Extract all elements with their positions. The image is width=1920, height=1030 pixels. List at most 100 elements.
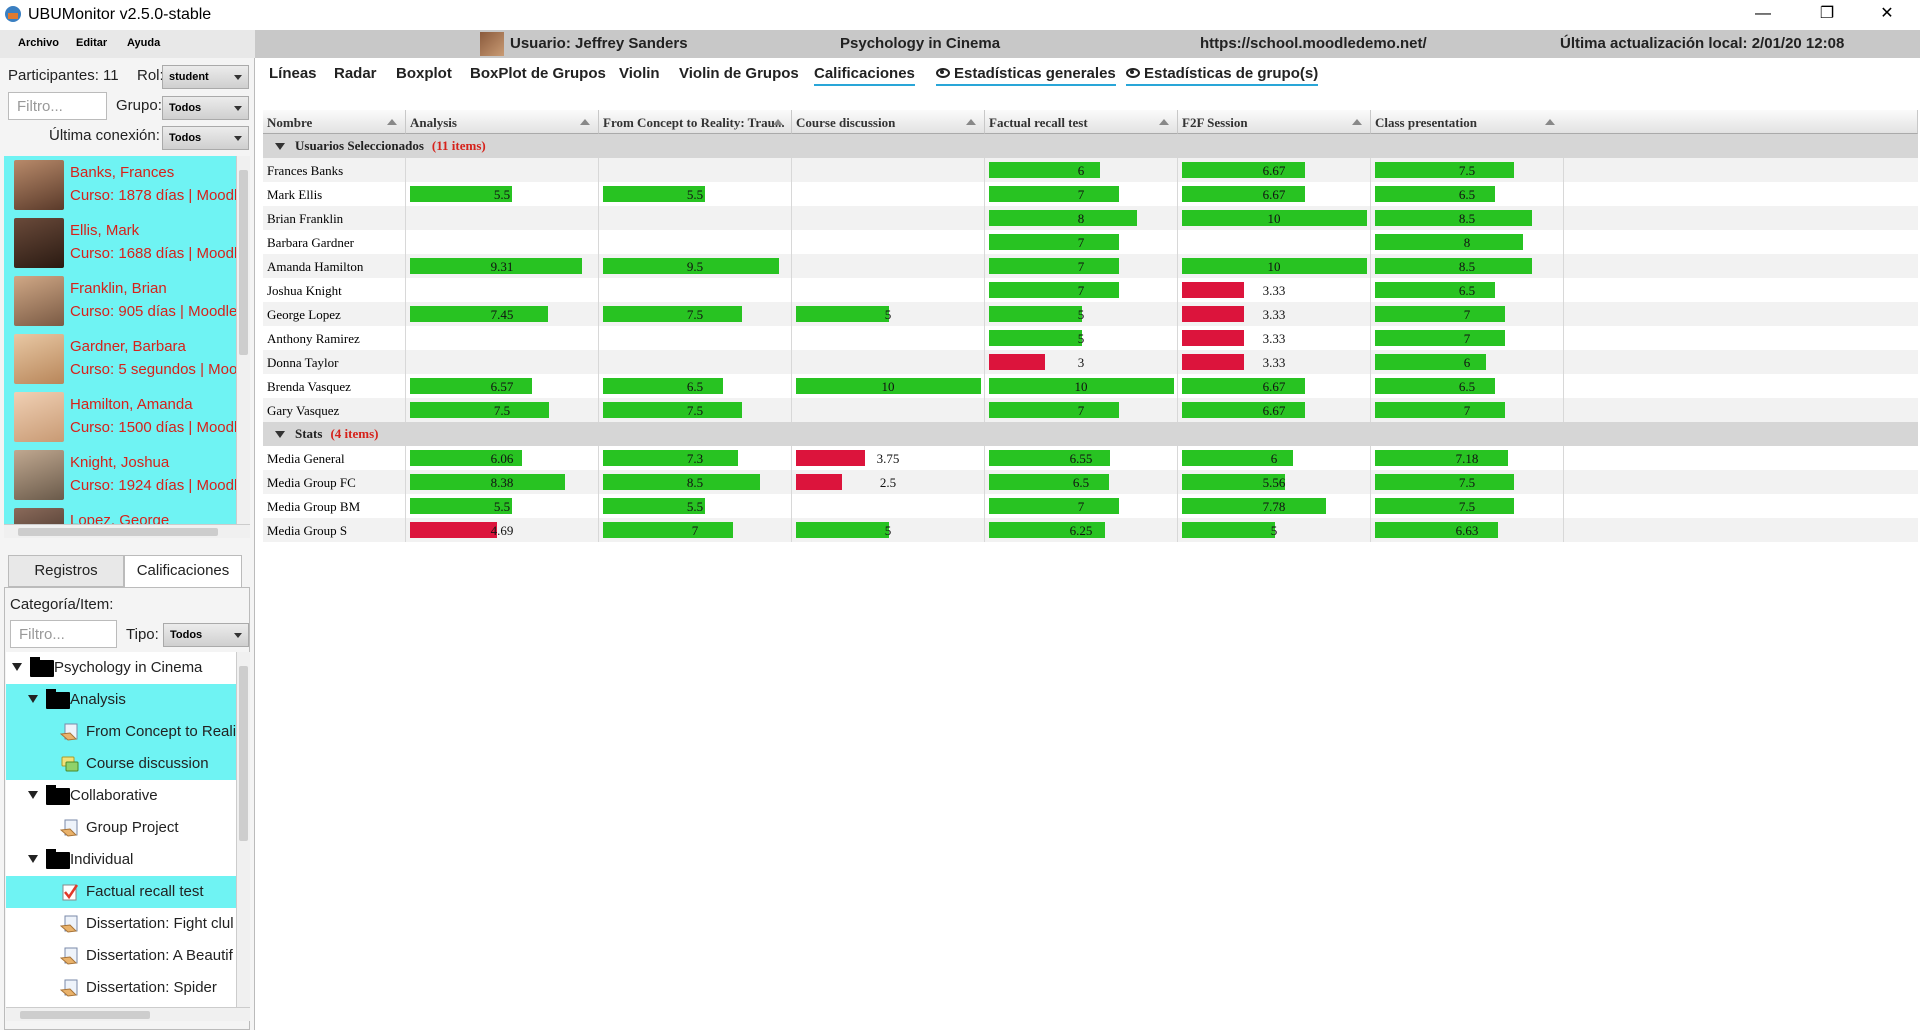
column-header[interactable]: Course discussion [792, 110, 985, 134]
user-list-item[interactable]: Gardner, Barbara Curso: 5 segundos | Mooc [10, 330, 245, 388]
column-header[interactable]: Factual recall test [985, 110, 1178, 134]
tab-calificaciones-view[interactable]: Calificaciones [814, 65, 915, 86]
column-header-label: Course discussion [796, 115, 896, 130]
table-row[interactable]: Donna Taylor 3 3.33 6 [263, 350, 1918, 374]
tree-node[interactable]: Dissertation: Fight clul [6, 908, 236, 940]
column-header[interactable]: F2F Session [1178, 110, 1371, 134]
tree-node[interactable]: Course discussion [6, 748, 236, 780]
scrollbar-thumb[interactable] [239, 170, 248, 355]
user-list-hscrollbar[interactable] [4, 524, 250, 538]
user-list-scrollbar[interactable] [236, 156, 250, 524]
user-filter-input[interactable]: Filtro... [8, 92, 107, 120]
table-row[interactable]: Frances Banks 6 6.67 7.5 [263, 158, 1918, 182]
last-connection-select[interactable]: Todos [162, 126, 249, 150]
grade-value: 8 [1463, 235, 1471, 250]
table-row[interactable]: Gary Vasquez 7.5 7.5 7 6.67 7 [263, 398, 1918, 422]
column-header[interactable]: Class presentation [1371, 110, 1918, 134]
table-row[interactable]: Amanda Hamilton 9.31 9.5 7 10 8.5 [263, 254, 1918, 278]
chevron-down-icon [234, 633, 242, 638]
hscrollbar-thumb[interactable] [18, 528, 218, 536]
collapse-arrow-icon[interactable] [275, 431, 285, 438]
tab-violin[interactable]: Violin [619, 65, 660, 82]
quiz-icon [62, 884, 79, 901]
close-button[interactable]: ✕ [1864, 0, 1910, 30]
scrollbar-thumb[interactable] [239, 666, 248, 841]
maximize-button[interactable]: ❐ [1804, 0, 1850, 30]
grade-value: 7.45 [490, 307, 514, 322]
group-select[interactable]: Todos [162, 96, 249, 120]
tree-node[interactable]: Group Project [6, 812, 236, 844]
menu-ayuda[interactable]: Ayuda [127, 37, 160, 49]
role-select[interactable]: student [162, 65, 249, 89]
expand-arrow-icon[interactable] [12, 663, 22, 671]
category-filter-input[interactable]: Filtro... [10, 620, 117, 648]
expand-arrow-icon[interactable] [28, 855, 38, 863]
row-name: Media General [267, 451, 345, 466]
menu-editar[interactable]: Editar [76, 37, 107, 49]
table-row[interactable]: Media Group BM 5.5 5.5 7 7.78 7.5 [263, 494, 1918, 518]
user-list-item[interactable]: Franklin, Brian Curso: 905 días | Moodle: [10, 272, 242, 330]
sort-arrow-icon[interactable] [1352, 119, 1362, 125]
group-row[interactable]: Stats (4 items) [263, 422, 1918, 446]
table-row[interactable]: Media Group S 4.69 7 5 6.25 5 6.63 [263, 518, 1918, 542]
user-list[interactable]: Banks, Frances Curso: 1878 días | Moodle E… [4, 156, 250, 524]
minimize-button[interactable]: — [1740, 0, 1786, 30]
tree-scrollbar[interactable] [236, 652, 250, 1007]
tree-node[interactable]: Psychology in Cinema [6, 652, 236, 684]
user-list-item[interactable]: Hamilton, Amanda Curso: 1500 días | Moodl… [10, 388, 246, 446]
sort-arrow-icon[interactable] [966, 119, 976, 125]
tab-estadisticas-grupo[interactable]: Estadísticas de grupo(s) [1126, 65, 1319, 86]
tree-node[interactable]: Dissertation: Spider [6, 972, 236, 1004]
user-list-item[interactable]: Banks, Frances Curso: 1878 días | Moodle [10, 156, 246, 214]
tab-boxplot[interactable]: Boxplot [396, 65, 452, 82]
sort-arrow-icon[interactable] [1545, 119, 1555, 125]
sort-arrow-icon[interactable] [387, 119, 397, 125]
row-name: Media Group FC [267, 475, 356, 490]
menu-archivo[interactable]: Archivo [18, 37, 59, 49]
tree-node[interactable]: From Concept to Reali [6, 716, 236, 748]
type-select[interactable]: Todos [163, 623, 249, 647]
table-row[interactable]: Media Group FC 8.38 8.5 2.5 6.5 5.56 7.5 [263, 470, 1918, 494]
user-list-item[interactable]: Lopez, George [10, 504, 242, 524]
table-row[interactable]: Barbara Gardner 7 8 [263, 230, 1918, 254]
collapse-arrow-icon[interactable] [275, 143, 285, 150]
sort-arrow-icon[interactable] [1159, 119, 1169, 125]
hscrollbar-thumb[interactable] [20, 1011, 150, 1019]
tab-violin-grupos[interactable]: Violin de Grupos [679, 65, 799, 82]
grade-cell [406, 230, 599, 254]
table-row[interactable]: Joshua Knight 7 3.33 6.5 [263, 278, 1918, 302]
expand-arrow-icon[interactable] [28, 791, 38, 799]
tab-registros[interactable]: Registros [8, 555, 124, 587]
tree-node-label: Course discussion [86, 755, 209, 772]
server-url: https://school.moodledemo.net/ [1200, 35, 1427, 52]
column-header[interactable]: From Concept to Reality: Trau... [599, 110, 792, 134]
column-header[interactable]: Analysis [406, 110, 599, 134]
grade-value: 5.5 [686, 499, 704, 514]
grade-value: 4.69 [490, 523, 514, 538]
column-header[interactable]: Nombre [263, 110, 406, 134]
user-list-item[interactable]: Ellis, Mark Curso: 1688 días | Moodle [10, 214, 246, 272]
tab-radar[interactable]: Radar [334, 65, 377, 82]
expand-arrow-icon[interactable] [28, 695, 38, 703]
table-row[interactable]: Mark Ellis 5.5 5.5 7 6.67 6.5 [263, 182, 1918, 206]
tree-hscrollbar[interactable] [6, 1007, 250, 1021]
sort-arrow-icon[interactable] [580, 119, 590, 125]
table-row[interactable]: Brenda Vasquez 6.57 6.5 10 10 6.67 6.5 [263, 374, 1918, 398]
table-row[interactable]: George Lopez 7.45 7.5 5 5 3.33 7 [263, 302, 1918, 326]
tree-node[interactable]: Analysis [6, 684, 236, 716]
grade-tree[interactable]: Psychology in Cinema Analysis From Concept… [6, 652, 250, 1007]
table-row[interactable]: Media General 6.06 7.3 3.75 6.55 6 7.18 [263, 446, 1918, 470]
tree-node[interactable]: Individual [6, 844, 236, 876]
user-list-item[interactable]: Knight, Joshua Curso: 1924 días | Moodle [10, 446, 246, 504]
table-row[interactable]: Anthony Ramirez 5 3.33 7 [263, 326, 1918, 350]
tab-estadisticas-generales[interactable]: Estadísticas generales [936, 65, 1116, 86]
tab-boxplot-grupos[interactable]: BoxPlot de Grupos [470, 65, 606, 82]
tab-lineas[interactable]: Líneas [269, 65, 317, 82]
group-row[interactable]: Usuarios Seleccionados (11 items) [263, 134, 1918, 158]
tree-node[interactable]: Factual recall test [6, 876, 236, 908]
table-row[interactable]: Brian Franklin 8 10 8.5 [263, 206, 1918, 230]
tab-calificaciones[interactable]: Calificaciones [124, 555, 242, 587]
tree-node[interactable]: Dissertation: A Beautif [6, 940, 236, 972]
sort-arrow-icon[interactable] [773, 119, 783, 125]
tree-node[interactable]: Collaborative [6, 780, 236, 812]
